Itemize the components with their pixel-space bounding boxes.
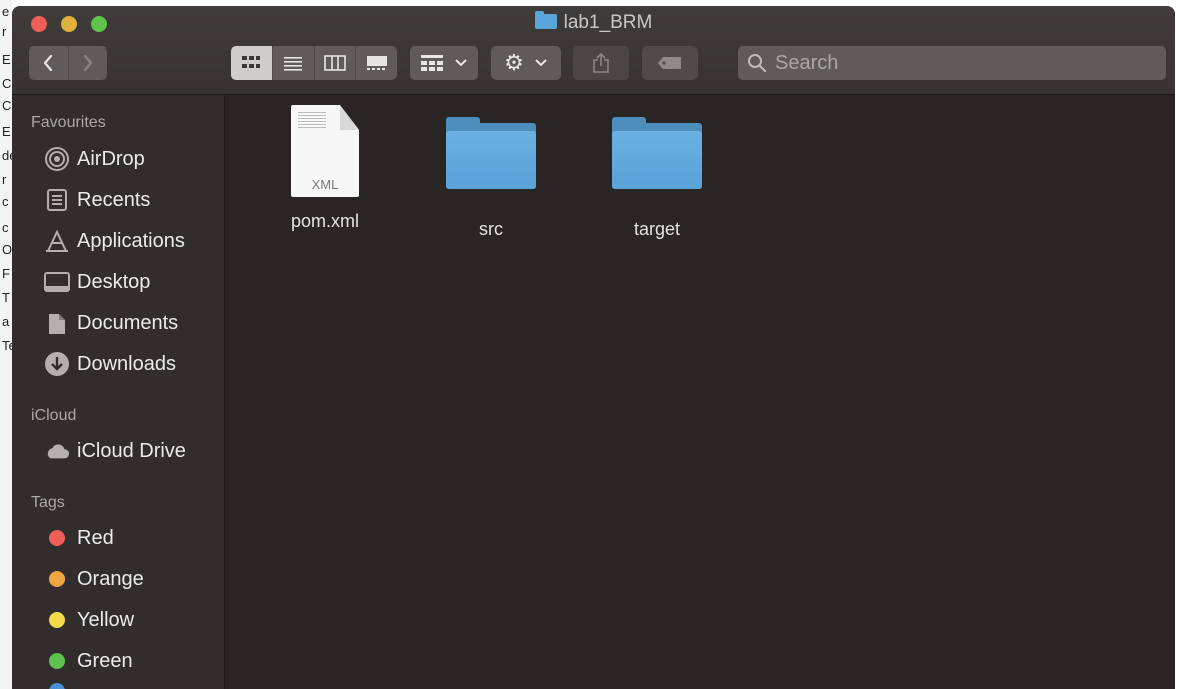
forward-button[interactable] — [68, 46, 107, 80]
background-text-fragment: C — [2, 76, 12, 91]
file-item-target-folder[interactable]: target — [592, 105, 722, 245]
xml-document-icon: XML — [291, 105, 359, 197]
sidebar-tag-red[interactable]: Red — [44, 523, 114, 553]
background-text-fragment: de — [2, 148, 12, 163]
green-tag-dot — [49, 653, 65, 669]
back-button[interactable] — [29, 46, 68, 80]
downloads-icon — [44, 351, 70, 377]
sidebar-item-recents[interactable]: Recents — [44, 185, 150, 215]
search-icon — [748, 54, 767, 73]
cloud-icon — [44, 438, 70, 464]
icon-view-icon — [242, 56, 261, 68]
window-title: lab1_BRM — [12, 11, 1175, 34]
tag-icon — [658, 57, 681, 69]
sidebar-item-documents[interactable]: Documents — [44, 308, 178, 338]
sidebar: Favourites AirDrop Recents Applications … — [12, 95, 225, 689]
icloud-heading: iCloud — [31, 407, 77, 424]
desktop-icon — [44, 269, 70, 295]
sidebar-item-label: Applications — [77, 229, 185, 252]
navigation-buttons — [29, 46, 107, 80]
list-view-button[interactable] — [271, 46, 314, 80]
file-name: pom.xml — [290, 211, 359, 231]
background-text-fragment: e — [2, 4, 10, 19]
chevron-left-icon — [44, 54, 53, 72]
text-lines — [298, 112, 326, 128]
sidebar-item-label: Documents — [77, 311, 179, 334]
applications-icon — [44, 228, 70, 254]
group-by-button[interactable] — [410, 46, 478, 80]
finder-window: lab1_BRM ⚙ Search Favourites AirDrop Rec… — [12, 6, 1175, 689]
window-title-text: lab1_BRM — [563, 12, 653, 33]
file-name: src — [479, 219, 503, 239]
folder-icon — [446, 117, 536, 197]
chevron-right-icon — [83, 54, 92, 72]
title-bar: lab1_BRM ⚙ Search — [12, 6, 1175, 95]
search-placeholder: Search — [775, 51, 839, 74]
list-view-icon — [284, 57, 303, 71]
sidebar-item-label: Red — [77, 526, 114, 549]
recents-icon — [44, 187, 70, 213]
sidebar-item-label: iCloud Drive — [77, 439, 186, 462]
icon-view-button[interactable] — [231, 46, 272, 80]
background-text-fragment: a — [2, 314, 10, 329]
orange-tag-dot — [49, 571, 65, 587]
gear-icon: ⚙ — [504, 50, 524, 75]
documents-icon — [44, 310, 70, 336]
file-name: target — [633, 219, 681, 239]
sidebar-item-downloads[interactable]: Downloads — [44, 349, 176, 379]
group-by-icon — [421, 55, 443, 71]
sidebar-item-label: Recents — [77, 188, 151, 211]
background-text-fragment: c — [2, 194, 9, 209]
share-icon — [593, 52, 609, 73]
sidebar-item-label: Green — [77, 649, 133, 672]
edit-tags-button[interactable] — [642, 46, 698, 80]
page-fold — [340, 105, 359, 130]
column-view-button[interactable] — [313, 46, 356, 80]
background-text-fragment: r — [2, 172, 7, 187]
sidebar-item-applications[interactable]: Applications — [44, 226, 185, 256]
file-browser-content: XML pom.xml src target — [225, 95, 1175, 689]
red-tag-dot — [49, 530, 65, 546]
action-menu-button[interactable]: ⚙ — [491, 46, 561, 80]
gallery-view-button[interactable] — [355, 46, 397, 80]
background-text-fragment: E — [2, 124, 11, 139]
tags-heading: Tags — [31, 494, 65, 511]
view-mode-segmented-control — [231, 46, 397, 80]
sidebar-tag-yellow[interactable]: Yellow — [44, 605, 134, 635]
sidebar-item-label: AirDrop — [77, 147, 145, 170]
partially-visible-tag-dot — [49, 683, 65, 689]
background-text-fragment: F — [2, 266, 10, 281]
column-view-icon — [324, 55, 346, 71]
background-text-fragment: O — [2, 242, 12, 257]
background-text-fragment: C — [2, 98, 12, 113]
sidebar-item-desktop[interactable]: Desktop — [44, 267, 150, 297]
background-text-fragment: r — [2, 24, 7, 39]
sidebar-tag-orange[interactable]: Orange — [44, 564, 144, 594]
file-extension-label: XML — [311, 177, 339, 192]
chevron-down-icon — [535, 59, 547, 67]
sidebar-item-label: Desktop — [77, 270, 151, 293]
share-button[interactable] — [573, 46, 629, 80]
background-text-fragment: c — [2, 220, 9, 235]
background-text-fragment: T — [2, 290, 10, 305]
background-text-fragment: Te — [2, 338, 12, 353]
folder-icon — [612, 117, 702, 197]
file-item-pom-xml[interactable]: XML pom.xml — [260, 105, 390, 245]
file-item-src-folder[interactable]: src — [426, 105, 556, 245]
search-input[interactable]: Search — [738, 46, 1166, 80]
sidebar-item-airdrop[interactable]: AirDrop — [44, 144, 145, 174]
airdrop-icon — [44, 146, 70, 172]
sidebar-item-label: Orange — [77, 567, 144, 590]
folder-icon — [534, 11, 557, 29]
sidebar-item-label: Downloads — [77, 352, 176, 375]
gallery-view-icon — [366, 56, 387, 70]
sidebar-tag-green[interactable]: Green — [44, 646, 133, 676]
sidebar-item-label: Yellow — [77, 608, 135, 631]
background-text-fragment: E — [2, 52, 11, 67]
favourites-heading: Favourites — [31, 114, 106, 131]
sidebar-item-icloud-drive[interactable]: iCloud Drive — [44, 436, 186, 466]
yellow-tag-dot — [49, 612, 65, 628]
background-app-edge: erECCEderccOFTaTe — [0, 0, 12, 689]
chevron-down-icon — [455, 59, 467, 67]
